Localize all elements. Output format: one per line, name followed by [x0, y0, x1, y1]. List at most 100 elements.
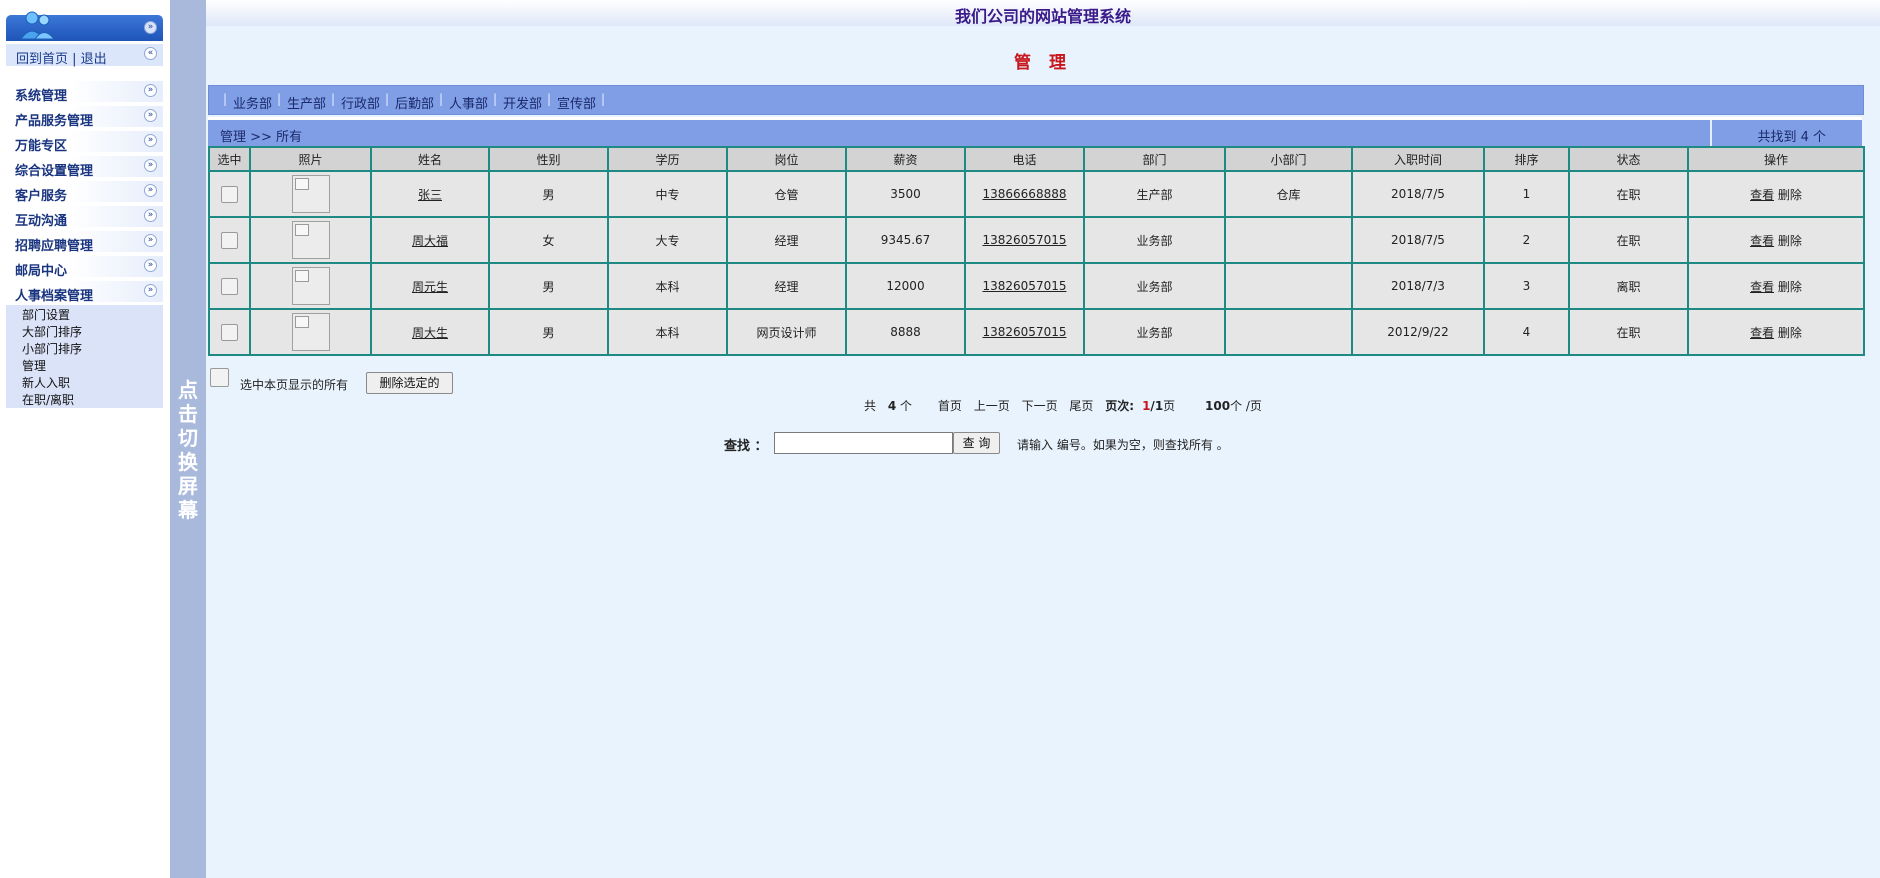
sub-department-cell: 仓库	[1224, 170, 1353, 218]
total-pages: 1	[1154, 399, 1164, 413]
menu-item-universal-zone[interactable]: 万能专区 »	[6, 131, 163, 154]
department-cell: 业务部	[1083, 216, 1226, 264]
employee-name-link[interactable]: 周大福	[412, 234, 448, 248]
submenu-item-new-hire[interactable]: 新人入职	[22, 374, 70, 391]
status-cell: 在职	[1568, 308, 1689, 356]
chevron-down-icon[interactable]: »	[144, 284, 157, 297]
delete-link[interactable]: 删除	[1778, 326, 1802, 340]
menu-label: 系统管理	[15, 89, 68, 104]
breadcrumb-bar: 管理 >> 所有 共找到 4 个	[208, 117, 1862, 148]
column-header: 选中	[208, 146, 251, 172]
menu-item-settings[interactable]: 综合设置管理 »	[6, 156, 163, 179]
next-page-link[interactable]: 下一页	[1022, 399, 1058, 413]
chevron-left-icon[interactable]: «	[144, 47, 157, 60]
view-link[interactable]: 查看	[1750, 280, 1774, 294]
menu-label: 互动沟通	[15, 214, 68, 229]
search-input[interactable]	[774, 432, 953, 454]
gender-cell: 女	[488, 216, 609, 264]
phone-link[interactable]: 13826057015	[983, 279, 1067, 293]
separator: |	[72, 52, 81, 67]
last-page-link[interactable]: 尾页	[1069, 399, 1093, 413]
chevron-down-icon[interactable]: »	[144, 134, 157, 147]
chevron-down-icon[interactable]: »	[144, 184, 157, 197]
query-button[interactable]: 查 询	[953, 432, 1000, 454]
dept-tab-business[interactable]: 业务部	[233, 93, 272, 112]
phone-link[interactable]: 13826057015	[983, 325, 1067, 339]
salary-cell: 3500	[845, 170, 966, 218]
employee-name-link[interactable]: 周元生	[412, 280, 448, 294]
post-cell: 经理	[726, 216, 847, 264]
select-all-checkbox[interactable]	[210, 368, 229, 387]
submenu-item-manage[interactable]: 管理	[22, 357, 46, 374]
order-cell: 4	[1483, 308, 1570, 356]
menu-item-system[interactable]: 系统管理 »	[6, 81, 163, 104]
submenu-item-major-dept-order[interactable]: 大部门排序	[22, 323, 82, 340]
menu-item-product-service[interactable]: 产品服务管理 »	[6, 106, 163, 129]
separator: |	[223, 92, 228, 106]
prev-page-link[interactable]: 上一页	[974, 399, 1010, 413]
chevron-down-icon[interactable]: »	[144, 109, 157, 122]
menu-item-customer-service[interactable]: 客户服务 »	[6, 181, 163, 204]
home-link[interactable]: 回到首页	[16, 52, 68, 67]
row-checkbox[interactable]	[221, 277, 238, 295]
order-cell: 2	[1483, 216, 1570, 264]
collapse-sidebar-icon[interactable]: »	[144, 21, 157, 34]
separator: |	[277, 92, 282, 106]
chevron-down-icon[interactable]: »	[144, 259, 157, 272]
search-label: 查找 ：	[724, 439, 768, 454]
view-link[interactable]: 查看	[1750, 234, 1774, 248]
delete-link[interactable]: 删除	[1778, 280, 1802, 294]
menu-item-hr-records[interactable]: 人事档案管理 »	[6, 281, 163, 304]
employee-name-link[interactable]: 张三	[418, 188, 442, 202]
dept-tab-hr[interactable]: 人事部	[449, 93, 488, 112]
column-header: 电话	[964, 146, 1085, 172]
dept-tab-development[interactable]: 开发部	[503, 93, 542, 112]
phone-link[interactable]: 13866668888	[983, 187, 1067, 201]
menu-label: 人事档案管理	[15, 289, 94, 304]
delete-link[interactable]: 删除	[1778, 188, 1802, 202]
row-checkbox[interactable]	[221, 185, 238, 203]
delete-link[interactable]: 删除	[1778, 234, 1802, 248]
phone-link[interactable]: 13826057015	[983, 233, 1067, 247]
hire-date-cell: 2018/7/5	[1351, 170, 1485, 218]
employee-name-link[interactable]: 周大生	[412, 326, 448, 340]
view-link[interactable]: 查看	[1750, 188, 1774, 202]
menu-item-mail-center[interactable]: 邮局中心 »	[6, 256, 163, 279]
column-header: 岗位	[726, 146, 847, 172]
view-link[interactable]: 查看	[1750, 326, 1774, 340]
per-page-suffix: 个 /页	[1230, 399, 1262, 413]
hire-date-cell: 2018/7/5	[1351, 216, 1485, 264]
per-page-count: 100	[1205, 399, 1231, 413]
hr-submenu: 部门设置 大部门排序 小部门排序 管理 新人入职 在职/离职	[6, 305, 163, 408]
row-checkbox[interactable]	[221, 323, 238, 341]
submenu-item-dept-settings[interactable]: 部门设置	[22, 306, 70, 323]
menu-item-recruitment[interactable]: 招聘应聘管理 »	[6, 231, 163, 254]
switch-screen-bar[interactable]: 点击切换屏幕	[170, 0, 206, 878]
status-cell: 离职	[1568, 262, 1689, 310]
employee-photo	[291, 175, 330, 213]
order-cell: 1	[1483, 170, 1570, 218]
column-header: 薪资	[845, 146, 966, 172]
gender-cell: 男	[488, 308, 609, 356]
page-heading: 管 理	[1014, 53, 1072, 73]
delete-selected-button[interactable]: 删除选定的	[366, 372, 453, 394]
dept-tab-admin[interactable]: 行政部	[341, 93, 380, 112]
sub-department-cell	[1224, 308, 1353, 356]
menu-label: 邮局中心	[15, 264, 68, 279]
logout-link[interactable]: 退出	[81, 52, 107, 67]
employee-photo	[291, 313, 330, 351]
dept-tab-production[interactable]: 生产部	[287, 93, 326, 112]
dept-tab-publicity[interactable]: 宣传部	[557, 93, 596, 112]
site-title: 我们公司的网站管理系统	[954, 7, 1131, 26]
separator: |	[493, 92, 498, 106]
row-checkbox[interactable]	[221, 231, 238, 249]
chevron-down-icon[interactable]: »	[144, 159, 157, 172]
menu-item-interaction[interactable]: 互动沟通 »	[6, 206, 163, 229]
chevron-down-icon[interactable]: »	[144, 84, 157, 97]
chevron-down-icon[interactable]: »	[144, 209, 157, 222]
submenu-item-employment-status[interactable]: 在职/离职	[22, 391, 74, 408]
dept-tab-logistics[interactable]: 后勤部	[395, 93, 434, 112]
first-page-link[interactable]: 首页	[938, 399, 962, 413]
chevron-down-icon[interactable]: »	[144, 234, 157, 247]
submenu-item-minor-dept-order[interactable]: 小部门排序	[22, 340, 82, 357]
